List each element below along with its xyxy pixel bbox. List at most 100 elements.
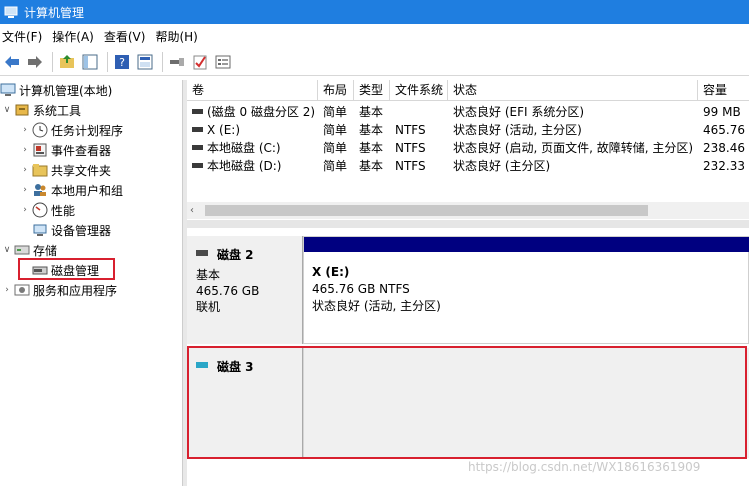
filesystem-cell: NTFS xyxy=(395,123,426,137)
disk-graphical-view: 磁盘 2 基本 465.76 GB 联机 X (E:) 465.76 GB NT… xyxy=(187,228,749,486)
filesystem-cell: NTFS xyxy=(395,159,426,173)
scroll-left-icon[interactable]: ‹ xyxy=(190,202,194,219)
tree-item-label: 性能 xyxy=(51,203,76,218)
up-folder-icon[interactable] xyxy=(57,52,77,72)
tree-item-services[interactable]: › 服务和应用程序 xyxy=(0,280,117,300)
partition-size: 465.76 GB NTFS xyxy=(312,282,410,296)
toolbar: ? xyxy=(0,48,749,76)
status-cell: 状态良好 (主分区) xyxy=(453,159,551,173)
partition-name: X (E:) xyxy=(312,265,350,279)
type-cell: 基本 xyxy=(359,123,384,137)
menu-view[interactable]: 查看(V) xyxy=(102,28,154,45)
filesystem-cell xyxy=(390,103,448,121)
volume-cell: X (E:) xyxy=(187,121,318,139)
tree-item-event-viewer[interactable]: › 事件查看器 xyxy=(18,140,111,160)
toolbar-separator xyxy=(162,51,163,72)
event-viewer-icon xyxy=(32,142,48,158)
computer-icon xyxy=(0,82,16,98)
tree-item-local-users[interactable]: › 本地用户和组 xyxy=(18,180,123,200)
storage-icon xyxy=(14,242,30,258)
table-row[interactable]: (磁盘 0 磁盘分区 2) 简单 基本 状态良好 (EFI 系统分区) 99 M… xyxy=(187,103,749,121)
toolbar-separator xyxy=(107,51,108,72)
chevron-right-icon[interactable]: › xyxy=(18,145,32,155)
tree-item-device-manager[interactable]: 设备管理器 xyxy=(32,220,111,240)
chevron-right-icon[interactable]: › xyxy=(18,165,32,175)
performance-icon xyxy=(32,202,48,218)
services-icon xyxy=(14,282,30,298)
chevron-right-icon[interactable]: › xyxy=(18,185,32,195)
capacity-cell: 99 MB xyxy=(703,105,741,119)
tree-item-task-scheduler[interactable]: › 任务计划程序 xyxy=(18,120,123,140)
volume-icon xyxy=(192,127,203,132)
tree-item-label: 存储 xyxy=(33,243,58,258)
partition-info: X (E:) 465.76 GB NTFS 状态良好 (活动, 主分区) xyxy=(312,264,441,315)
device-manager-icon xyxy=(32,222,48,238)
layout-cell: 简单 xyxy=(323,159,348,173)
menu-help[interactable]: 帮助(H) xyxy=(153,28,205,45)
chevron-right-icon[interactable]: › xyxy=(18,205,32,215)
properties-icon[interactable] xyxy=(167,52,187,72)
tree-item-system-tools[interactable]: ∨ 系统工具 xyxy=(0,100,81,120)
chevron-down-icon[interactable]: ∨ xyxy=(0,245,14,255)
scrollbar-thumb[interactable] xyxy=(205,205,648,216)
volume-icon xyxy=(192,163,203,168)
shared-folder-icon xyxy=(32,162,48,178)
table-row[interactable]: X (E:) 简单 基本 NTFS 状态良好 (活动, 主分区) 465.76 … xyxy=(187,121,749,139)
capacity-cell: 232.33 G xyxy=(703,159,749,173)
tree-item-label: 事件查看器 xyxy=(51,143,112,158)
tree-item-label: 计算机管理(本地) xyxy=(19,83,113,98)
capacity-cell: 238.46 G xyxy=(703,141,749,155)
chevron-down-icon[interactable]: ∨ xyxy=(0,105,14,115)
tools-icon xyxy=(14,102,30,118)
partition-status: 状态良好 (活动, 主分区) xyxy=(312,299,441,313)
column-header-layout[interactable]: 布局 xyxy=(318,80,354,101)
tree-item-root[interactable]: 计算机管理(本地) xyxy=(0,80,112,100)
volume-cell: 本地磁盘 (C:) xyxy=(187,139,318,157)
tree-item-label: 系统工具 xyxy=(33,103,82,118)
menu-action[interactable]: 操作(A) xyxy=(50,28,102,45)
forward-icon[interactable] xyxy=(25,52,45,72)
layout-cell: 简单 xyxy=(323,141,348,155)
primary-partition-stripe xyxy=(304,237,749,252)
column-header-status[interactable]: 状态 xyxy=(448,80,698,101)
pane-divider[interactable] xyxy=(187,220,749,228)
volume-list: 卷 布局 类型 文件系统 状态 容量 (磁盘 0 磁盘分区 2) 简单 基本 状… xyxy=(187,80,749,230)
window-title: 计算机管理 xyxy=(24,5,85,20)
watermark: https://blog.csdn.net/WX18616361909 xyxy=(468,460,701,474)
table-row[interactable]: 本地磁盘 (D:) 简单 基本 NTFS 状态良好 (主分区) 232.33 G xyxy=(187,157,749,175)
disk-2-label[interactable]: 磁盘 2 基本 465.76 GB 联机 xyxy=(187,236,303,344)
export-list-icon[interactable] xyxy=(213,52,233,72)
console-icon[interactable] xyxy=(135,52,155,72)
layout-cell: 简单 xyxy=(323,105,348,119)
chevron-right-icon[interactable]: › xyxy=(18,125,32,135)
help-icon[interactable]: ? xyxy=(112,52,132,72)
show-hide-tree-icon[interactable] xyxy=(80,52,100,72)
disk-icon xyxy=(196,249,208,256)
type-cell: 基本 xyxy=(359,159,384,173)
tree-item-label: 本地用户和组 xyxy=(51,183,124,198)
check-icon[interactable] xyxy=(190,52,210,72)
chevron-right-icon[interactable]: › xyxy=(0,285,14,295)
back-icon[interactable] xyxy=(2,52,22,72)
tree-item-storage[interactable]: ∨ 存储 xyxy=(0,240,57,260)
table-row[interactable]: 本地磁盘 (C:) 简单 基本 NTFS 状态良好 (启动, 页面文件, 故障转… xyxy=(187,139,749,157)
layout-cell: 简单 xyxy=(323,123,348,137)
horizontal-scrollbar[interactable]: ‹ xyxy=(187,202,749,219)
disk-management-highlight xyxy=(18,258,115,280)
clock-icon xyxy=(32,122,48,138)
computer-management-icon xyxy=(4,5,18,19)
disk-2-size: 465.76 GB xyxy=(196,284,260,298)
volume-icon xyxy=(192,109,203,114)
volume-list-header: 卷 布局 类型 文件系统 状态 容量 xyxy=(187,80,749,101)
partition-x-e[interactable]: X (E:) 465.76 GB NTFS 状态良好 (活动, 主分区) xyxy=(303,236,749,344)
disk-2-name: 磁盘 2 xyxy=(196,246,302,263)
column-header-volume[interactable]: 卷 xyxy=(187,80,318,101)
column-header-type[interactable]: 类型 xyxy=(354,80,390,101)
tree-item-label: 共享文件夹 xyxy=(51,163,112,178)
tree-item-shared-folders[interactable]: › 共享文件夹 xyxy=(18,160,111,180)
column-header-filesystem[interactable]: 文件系统 xyxy=(390,80,448,101)
tree-item-label: 任务计划程序 xyxy=(51,123,124,138)
column-header-capacity[interactable]: 容量 xyxy=(698,80,749,101)
tree-item-performance[interactable]: › 性能 xyxy=(18,200,75,220)
menu-file[interactable]: 文件(F) xyxy=(0,28,50,45)
